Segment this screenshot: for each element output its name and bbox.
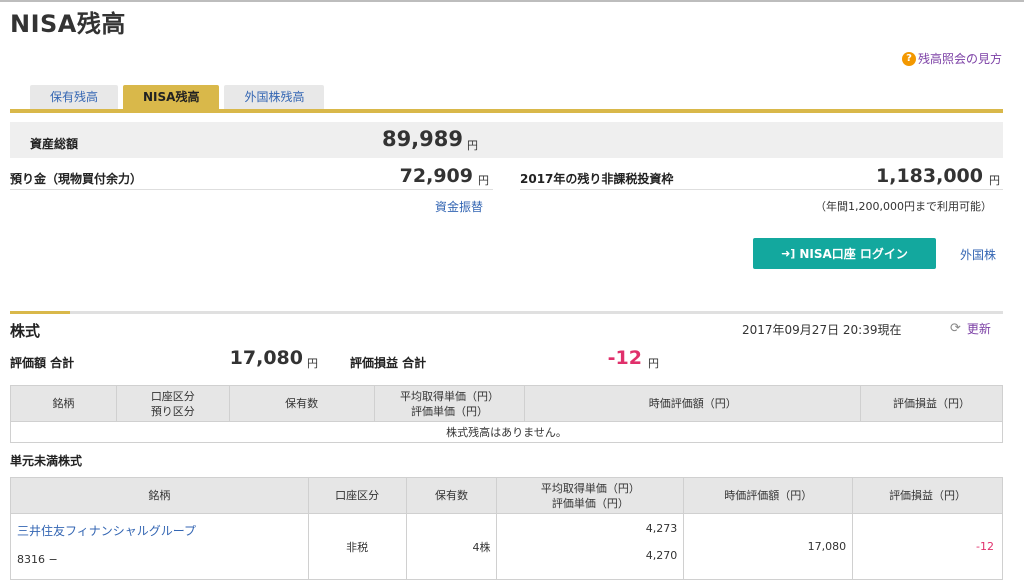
valuation-total-unit: 円 [307, 357, 318, 370]
cost-cell: 4,273 4,270 [496, 513, 685, 580]
stock-code: 8316 − [17, 553, 58, 566]
total-assets-value: 89,989 [381, 127, 463, 151]
section-divider-accent [10, 311, 70, 314]
col-cost: 平均取得単価（円） 評価単価（円） [496, 477, 685, 514]
col-qty: 保有数 [405, 477, 498, 514]
col-market: 時価評価額（円） [683, 477, 854, 514]
help-link-label: 残高照会の見方 [917, 52, 1002, 66]
col-account-line1: 口座区分 [150, 389, 195, 403]
stocks-table: 銘柄 口座区分 預り区分 保有数 平均取得単価（円） 評価単価（円） 時価評価額… [10, 385, 1003, 443]
refresh-button[interactable]: ⟳ 更新 [950, 320, 991, 337]
valuation-total-value: 17,080 [229, 347, 303, 369]
tab-nisa[interactable]: NISA残高 [123, 85, 220, 109]
market-value-cell: 17,080 [683, 513, 854, 580]
odd-lot-table: 銘柄 口座区分 保有数 平均取得単価（円） 評価単価（円） 時価評価額（円） 評… [10, 477, 1003, 580]
valuation-total-label: 評価額 合計 [10, 356, 75, 370]
col-name: 銘柄 [10, 385, 117, 422]
col-account: 口座区分 [307, 477, 407, 514]
col-cost: 平均取得単価（円） 評価単価（円） [373, 385, 526, 422]
stock-name-link[interactable]: 三井住友フィナンシャルグループ [17, 522, 302, 539]
foreign-stock-link[interactable]: 外国株 [960, 246, 996, 263]
stock-cell: 三井住友フィナンシャルグループ 8316 − [10, 513, 309, 580]
nisa-login-label: NISA口座 ログイン [799, 247, 908, 261]
qty-cell: 4株 [405, 513, 498, 580]
col-pl: 評価損益（円） [860, 385, 1003, 422]
empty-message: 株式残高はありません。 [10, 421, 1003, 443]
remaining-quota-value: 1,183,000 [876, 165, 983, 187]
help-link[interactable]: ? 残高照会の見方 [901, 50, 1002, 67]
col-cost-line2: 評価単価（円） [411, 404, 489, 418]
total-assets-label: 資産総額 [30, 137, 79, 151]
tab-foreign[interactable]: 外国株残高 [224, 85, 325, 109]
col-name: 銘柄 [10, 477, 309, 514]
eval-price: 4,270 [645, 549, 678, 562]
top-border [0, 0, 1024, 2]
table-header-row: 銘柄 口座区分 保有数 平均取得単価（円） 評価単価（円） 時価評価額（円） 評… [10, 477, 1003, 514]
deposit-label: 預り金（現物買付余力） [10, 172, 143, 186]
deposit-unit: 円 [478, 174, 489, 187]
tab-underline [10, 109, 1003, 113]
section-divider [10, 311, 1003, 314]
account-cell: 非税 [307, 513, 407, 580]
pl-total-unit: 円 [648, 357, 659, 370]
refresh-icon: ⟳ [950, 321, 961, 336]
col-pl: 評価損益（円） [852, 477, 1003, 514]
page-title: NISA残高 [10, 10, 126, 38]
table-header-row: 銘柄 口座区分 預り区分 保有数 平均取得単価（円） 評価単価（円） 時価評価額… [10, 385, 1003, 422]
remaining-quota-unit: 円 [989, 174, 1000, 187]
help-icon: ? [901, 51, 916, 66]
stocks-section-title: 株式 [10, 322, 41, 340]
odd-lot-section-title: 単元未満株式 [10, 454, 83, 468]
total-assets-band [10, 122, 1003, 158]
remaining-quota-label: 2017年の残り非課税投資枠 [520, 172, 674, 186]
col-qty: 保有数 [228, 385, 375, 422]
as-of-timestamp: 2017年09月27日 20:39現在 [742, 323, 902, 337]
col-cost-line1: 平均取得単価（円） [400, 389, 500, 403]
col-cost-line1: 平均取得単価（円） [540, 481, 640, 495]
tab-holdings[interactable]: 保有残高 [30, 85, 119, 109]
divider [10, 189, 493, 190]
login-icon: ➜] [781, 247, 796, 260]
annual-limit-note: （年間1,200,000円まで利用可能） [815, 200, 992, 213]
tab-bar: 保有残高 NISA残高 外国株残高 [30, 85, 329, 109]
avg-cost: 4,273 [645, 522, 678, 535]
pl-cell: -12 [852, 513, 1003, 580]
table-row: 三井住友フィナンシャルグループ 8316 − 非税 4株 4,273 4,270… [10, 513, 1003, 580]
fund-transfer-link[interactable]: 資金振替 [435, 198, 483, 215]
nisa-login-button[interactable]: ➜] NISA口座 ログイン [753, 238, 936, 269]
pl-total-label: 評価損益 合計 [350, 356, 427, 370]
deposit-value: 72,909 [399, 165, 473, 187]
col-account-line2: 預り区分 [150, 404, 195, 418]
refresh-label: 更新 [966, 322, 991, 336]
col-market: 時価評価額（円） [524, 385, 862, 422]
col-cost-line2: 評価単価（円） [551, 496, 629, 510]
pl-total-value: -12 [607, 347, 642, 369]
table-row: 株式残高はありません。 [10, 421, 1003, 443]
total-assets-unit: 円 [467, 139, 478, 152]
col-account: 口座区分 預り区分 [115, 385, 230, 422]
divider [520, 189, 1003, 190]
